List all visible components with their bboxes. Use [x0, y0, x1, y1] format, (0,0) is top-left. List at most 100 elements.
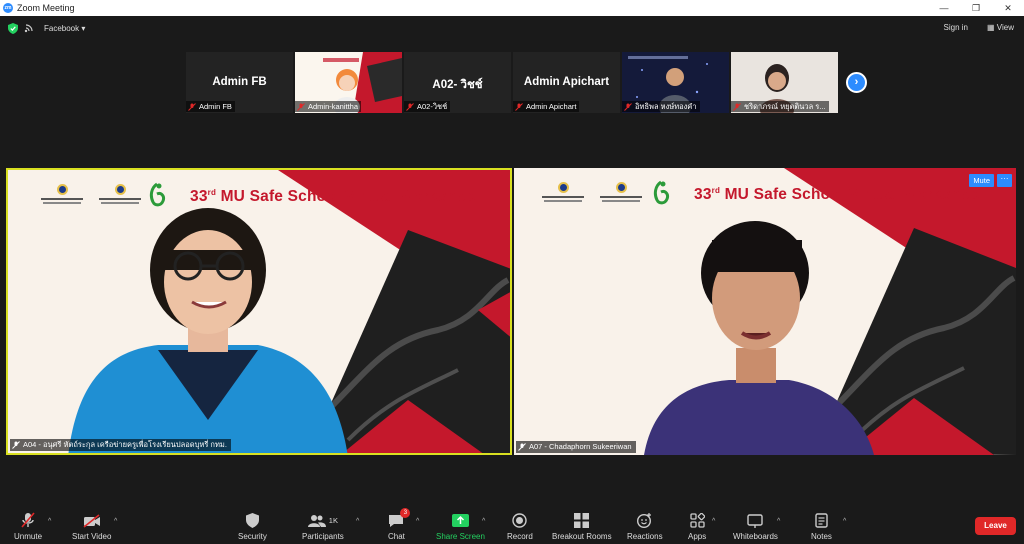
notes-button[interactable]: Notes	[811, 512, 832, 541]
participant-name: A02-วิชช์	[417, 102, 448, 111]
faculty-seal-logo	[96, 184, 144, 204]
more-options-button[interactable]: ···	[997, 174, 1012, 187]
participant-thumbnail[interactable]: ชริดาภรณ์ หยุตตินวล ร...	[731, 52, 838, 113]
virtual-background	[514, 168, 1016, 455]
participant-thumbnail[interactable]: อิทธิพล หงษ์ทองคำ	[622, 52, 729, 113]
mic-muted-icon	[518, 443, 526, 451]
mic-muted-icon	[188, 102, 196, 111]
speaker-name-label: A04 - อนุศรี หัตถ์ระกุล เครือข่ายครูเพื่…	[10, 439, 231, 451]
participants-button[interactable]: 1K Participants	[302, 512, 344, 541]
maximize-button[interactable]: ❐	[960, 0, 992, 16]
livestream-source-menu[interactable]: Facebook ▾	[44, 24, 85, 33]
video-off-icon	[83, 513, 100, 528]
workshop-name: MU Safe School Virtual Workshop	[216, 188, 476, 206]
share-screen-button[interactable]: Share Screen	[436, 512, 485, 541]
whiteboards-label: Whiteboards	[733, 532, 778, 541]
participant-display-name: A02- วิชช์	[432, 79, 483, 91]
video-tile-active-speaker[interactable]: 33rd MU Safe School Virtual Workshop A04…	[6, 168, 512, 455]
apps-button[interactable]: Apps	[688, 512, 706, 541]
university-logos	[38, 184, 144, 204]
video-options-caret[interactable]: ^	[114, 518, 117, 525]
notes-label: Notes	[811, 532, 832, 541]
mic-muted-icon	[733, 102, 741, 111]
reactions-button[interactable]: Reactions	[627, 512, 663, 541]
workshop-edition-suffix: rd	[207, 188, 217, 197]
mic-muted-icon	[12, 441, 20, 449]
workshop-edition: 33	[694, 186, 712, 204]
next-page-arrow-button[interactable]: ›	[846, 72, 867, 93]
share-screen-label: Share Screen	[436, 532, 485, 541]
apps-icon	[689, 513, 705, 528]
leave-meeting-button[interactable]: Leave	[975, 517, 1016, 535]
participant-label: ชริดาภรณ์ หยุตตินวล ร...	[731, 101, 829, 112]
share-options-caret[interactable]: ^	[482, 518, 485, 525]
breakout-rooms-button[interactable]: Breakout Rooms	[552, 512, 612, 541]
whiteboard-icon	[747, 513, 764, 528]
participant-thumbnail-strip: Admin FB Admin FB Admin-kanittha A02- วิ…	[186, 52, 838, 113]
mic-muted-icon	[515, 102, 523, 111]
speaker-name: A04 - อนุศรี หัตถ์ระกุล เครือข่ายครูเพื่…	[23, 440, 227, 449]
start-video-button[interactable]: Start Video	[72, 512, 111, 541]
view-label: View	[996, 23, 1014, 32]
workshop-banner-title: 33rd MU Safe School Virtual Workshop	[694, 186, 980, 204]
connection-signal-icon[interactable]	[24, 23, 34, 33]
university-seal-logo	[38, 184, 86, 204]
participant-name: อิทธิพล หงษ์ทองคำ	[635, 102, 697, 111]
participants-options-caret[interactable]: ^	[356, 518, 359, 525]
workshop-edition-suffix: rd	[711, 186, 721, 195]
close-window-button[interactable]: ✕	[992, 0, 1024, 16]
workshop-edition: 33	[190, 188, 208, 206]
program-logo-icon	[149, 182, 165, 207]
participants-icon	[307, 515, 326, 527]
sign-in-link[interactable]: Sign in	[944, 23, 968, 32]
chat-button[interactable]: 3 Chat	[388, 508, 411, 541]
mic-muted-icon	[297, 102, 305, 111]
unmute-label: Unmute	[14, 532, 43, 541]
university-seal-logo	[539, 182, 587, 202]
notes-icon	[815, 513, 828, 528]
security-shield-icon[interactable]	[8, 22, 18, 34]
audio-options-caret[interactable]: ^	[48, 518, 51, 525]
participant-label: A02-วิชช์	[404, 101, 451, 112]
record-label: Record	[507, 532, 533, 541]
workshop-name: MU Safe School Virtual Workshop	[720, 186, 980, 204]
notes-options-caret[interactable]: ^	[843, 518, 846, 525]
security-button[interactable]: Security	[238, 512, 267, 541]
whiteboards-options-caret[interactable]: ^	[777, 518, 780, 525]
participant-count: 1K	[328, 516, 338, 525]
record-button[interactable]: Record	[507, 512, 533, 541]
breakout-rooms-icon	[574, 513, 590, 528]
faculty-seal-logo	[597, 182, 645, 202]
mute-participant-button[interactable]: Mute	[969, 174, 994, 187]
minimize-button[interactable]: —	[928, 0, 960, 16]
participant-label: Admin FB	[186, 101, 235, 112]
program-logo-icon	[653, 180, 669, 205]
unmute-button[interactable]: Unmute	[14, 512, 42, 541]
participant-thumbnail[interactable]: Admin Apichart Admin Apichart	[513, 52, 620, 113]
participant-name: Admin Apichart	[526, 102, 577, 111]
workshop-banner-title: 33rd MU Safe School Virtual Workshop	[190, 188, 476, 206]
participant-thumbnail[interactable]: Admin-kanittha	[295, 52, 402, 113]
meeting-topbar: Facebook ▾ Sign in ▦ View	[0, 16, 1024, 40]
start-video-label: Start Video	[72, 532, 112, 541]
view-menu-button[interactable]: ▦ View	[987, 23, 1014, 32]
participant-display-name: Admin FB	[212, 76, 267, 88]
virtual-background	[8, 170, 510, 453]
record-icon	[512, 513, 528, 528]
participant-thumbnail[interactable]: Admin FB Admin FB	[186, 52, 293, 113]
zoom-app-icon: zm	[3, 3, 13, 13]
speaker-name: A07 - Chadaphorn Sukeeriwan	[529, 442, 632, 451]
apps-options-caret[interactable]: ^	[712, 518, 715, 525]
breakout-rooms-label: Breakout Rooms	[552, 532, 612, 541]
participant-name: Admin-kanittha	[308, 102, 359, 111]
mic-muted-icon	[21, 512, 35, 528]
participant-display-name: Admin Apichart	[523, 76, 610, 88]
video-tile-participant[interactable]: 33rd MU Safe School Virtual Workshop Mut…	[514, 168, 1016, 455]
chat-options-caret[interactable]: ^	[416, 518, 419, 525]
security-label: Security	[238, 532, 267, 541]
participant-name: ชริดาภรณ์ หยุตตินวล ร...	[744, 102, 826, 111]
participant-thumbnail[interactable]: A02- วิชช์ A02-วิชช์	[404, 52, 511, 113]
whiteboards-button[interactable]: Whiteboards	[733, 512, 778, 541]
participants-label: Participants	[302, 532, 344, 541]
participant-label: Admin Apichart	[513, 101, 580, 112]
